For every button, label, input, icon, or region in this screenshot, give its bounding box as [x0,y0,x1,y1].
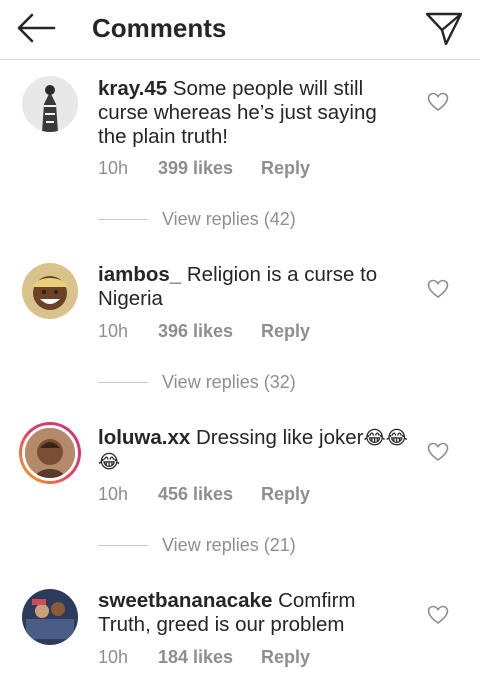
reply-button[interactable]: Reply [261,321,310,342]
avatar[interactable] [22,76,78,132]
divider-line [98,545,148,546]
comment-username[interactable]: iambos_ [98,263,181,286]
comment-text: kray.45 Some people will still curse whe… [98,77,408,149]
paper-plane-icon [425,12,463,46]
like-button[interactable] [427,605,449,625]
reply-button[interactable]: Reply [261,647,310,668]
reply-button[interactable]: Reply [261,484,310,505]
comment-text: sweetbananacake Comfirm Truth, greed is … [98,589,408,637]
comment-message: Dressing like joker [195,426,364,449]
avatar-image [22,76,78,132]
view-replies-label: View replies (42) [162,209,296,229]
comment-username[interactable]: loluwa.xx [98,426,190,449]
divider-line [98,382,148,383]
direct-message-button[interactable] [424,10,464,48]
heart-icon [427,279,449,298]
heart-icon [427,442,449,461]
header: Comments [0,0,480,60]
comment-time: 10h [98,484,129,504]
page-title: Comments [92,13,227,43]
avatar[interactable] [22,589,78,645]
comment-text: loluwa.xx Dressing like joker😂😂😂 [98,426,408,474]
back-button[interactable] [14,10,58,46]
reply-button[interactable]: Reply [261,158,310,179]
comment-username[interactable]: kray.45 [98,77,167,100]
comment-time: 10h [98,647,129,667]
comment-likes[interactable]: 184 likes [158,647,233,668]
heart-icon [427,92,449,111]
comment-time: 10h [98,158,129,178]
comment-likes[interactable]: 399 likes [158,158,233,179]
divider-line [98,219,148,220]
comment-likes[interactable]: 456 likes [158,484,233,505]
like-button[interactable] [427,442,449,462]
heart-icon [427,605,449,624]
comment-username[interactable]: sweetbananacake [98,589,272,612]
avatar[interactable] [22,263,78,319]
arrow-left-icon [17,13,56,43]
avatar [22,425,78,481]
view-replies-label: View replies (21) [162,535,296,555]
comment-text: iambos_ Religion is a curse to Nigeria [98,263,408,311]
comment-time: 10h [98,321,129,341]
like-button[interactable] [427,279,449,299]
avatar-image [22,589,78,645]
comment-likes[interactable]: 396 likes [158,321,233,342]
view-replies-label: View replies (32) [162,372,296,392]
avatar-story-ring[interactable] [19,422,81,484]
like-button[interactable] [427,92,449,112]
avatar-image [22,263,78,319]
avatar-image [25,428,75,478]
